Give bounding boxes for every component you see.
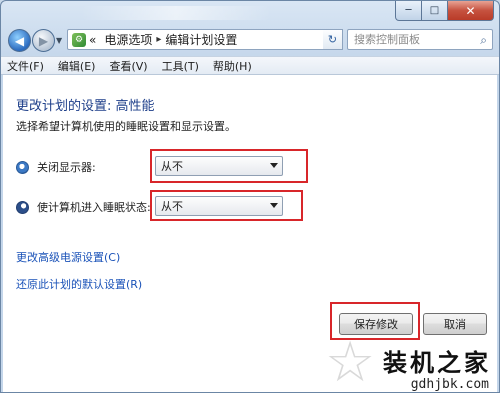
restore-defaults-link[interactable]: 还原此计划的默认设置(R): [16, 276, 142, 292]
close-button[interactable]: ✕: [448, 1, 494, 21]
watermark-url: gdhjbk.com: [410, 377, 489, 392]
refresh-button[interactable]: ↻: [323, 29, 343, 50]
menu-edit[interactable]: 编辑(E): [58, 58, 96, 74]
advanced-power-settings-link[interactable]: 更改高级电源设置(C): [16, 249, 120, 265]
menu-file[interactable]: 文件(F): [7, 58, 44, 74]
breadcrumb-edit-plan[interactable]: 编辑计划设置: [165, 31, 237, 48]
search-box[interactable]: ⌕: [347, 29, 493, 50]
forward-button[interactable]: ▶: [32, 29, 55, 52]
highlight-box-sleep: [150, 190, 303, 221]
title-bar-blur: [81, 6, 271, 20]
minimize-button[interactable]: ─: [395, 1, 422, 21]
page-title: 更改计划的设置: 高性能: [16, 99, 155, 114]
highlight-box-display: [150, 149, 308, 183]
navigation-bar: ◀ ▶ ▼ ⚙ « 电源选项 ▸ 编辑计划设置 ▼ ↻ ⌕: [1, 25, 499, 53]
menu-bar: 文件(F) 编辑(E) 查看(V) 工具(T) 帮助(H): [1, 56, 499, 75]
display-off-setting: 关闭显示器:: [16, 159, 96, 175]
search-icon[interactable]: ⌕: [480, 33, 487, 48]
content-area: 更改计划的设置: 高性能 选择希望计算机使用的睡眠设置和显示设置。 关闭显示器:…: [3, 75, 497, 392]
sleep-setting: 使计算机进入睡眠状态:: [16, 199, 151, 215]
control-panel-window: ─ □ ✕ ◀ ▶ ▼ ⚙ « 电源选项 ▸ 编辑计划设置 ▼ ↻ ⌕ 文件(F…: [0, 0, 500, 393]
recent-pages-dropdown-icon[interactable]: ▼: [56, 36, 62, 45]
watermark-star-icon: ☆: [325, 330, 376, 393]
back-button[interactable]: ◀: [8, 29, 31, 52]
caption-buttons: ─ □ ✕: [395, 1, 494, 21]
monitor-icon: [16, 160, 29, 174]
page-description: 选择希望计算机使用的睡眠设置和显示设置。: [16, 120, 236, 133]
sleep-label: 使计算机进入睡眠状态:: [37, 201, 151, 214]
address-bar[interactable]: ⚙ « 电源选项 ▸ 编辑计划设置 ▼: [67, 29, 343, 50]
watermark-text: 装机之家: [383, 348, 491, 377]
menu-help[interactable]: 帮助(H): [213, 58, 252, 74]
menu-view[interactable]: 查看(V): [109, 58, 147, 74]
moon-icon: [16, 200, 29, 214]
cancel-button[interactable]: 取消: [423, 313, 487, 335]
breadcrumb-prefix[interactable]: «: [89, 33, 96, 47]
display-off-label: 关闭显示器:: [37, 161, 96, 174]
highlight-box-save: [330, 302, 420, 340]
breadcrumb-power-options[interactable]: 电源选项: [104, 31, 152, 48]
control-panel-icon: ⚙: [72, 32, 86, 47]
menu-tools[interactable]: 工具(T): [162, 58, 199, 74]
search-input[interactable]: [354, 33, 470, 46]
maximize-button[interactable]: □: [422, 1, 448, 21]
breadcrumb-separator-icon[interactable]: ▸: [156, 34, 161, 45]
